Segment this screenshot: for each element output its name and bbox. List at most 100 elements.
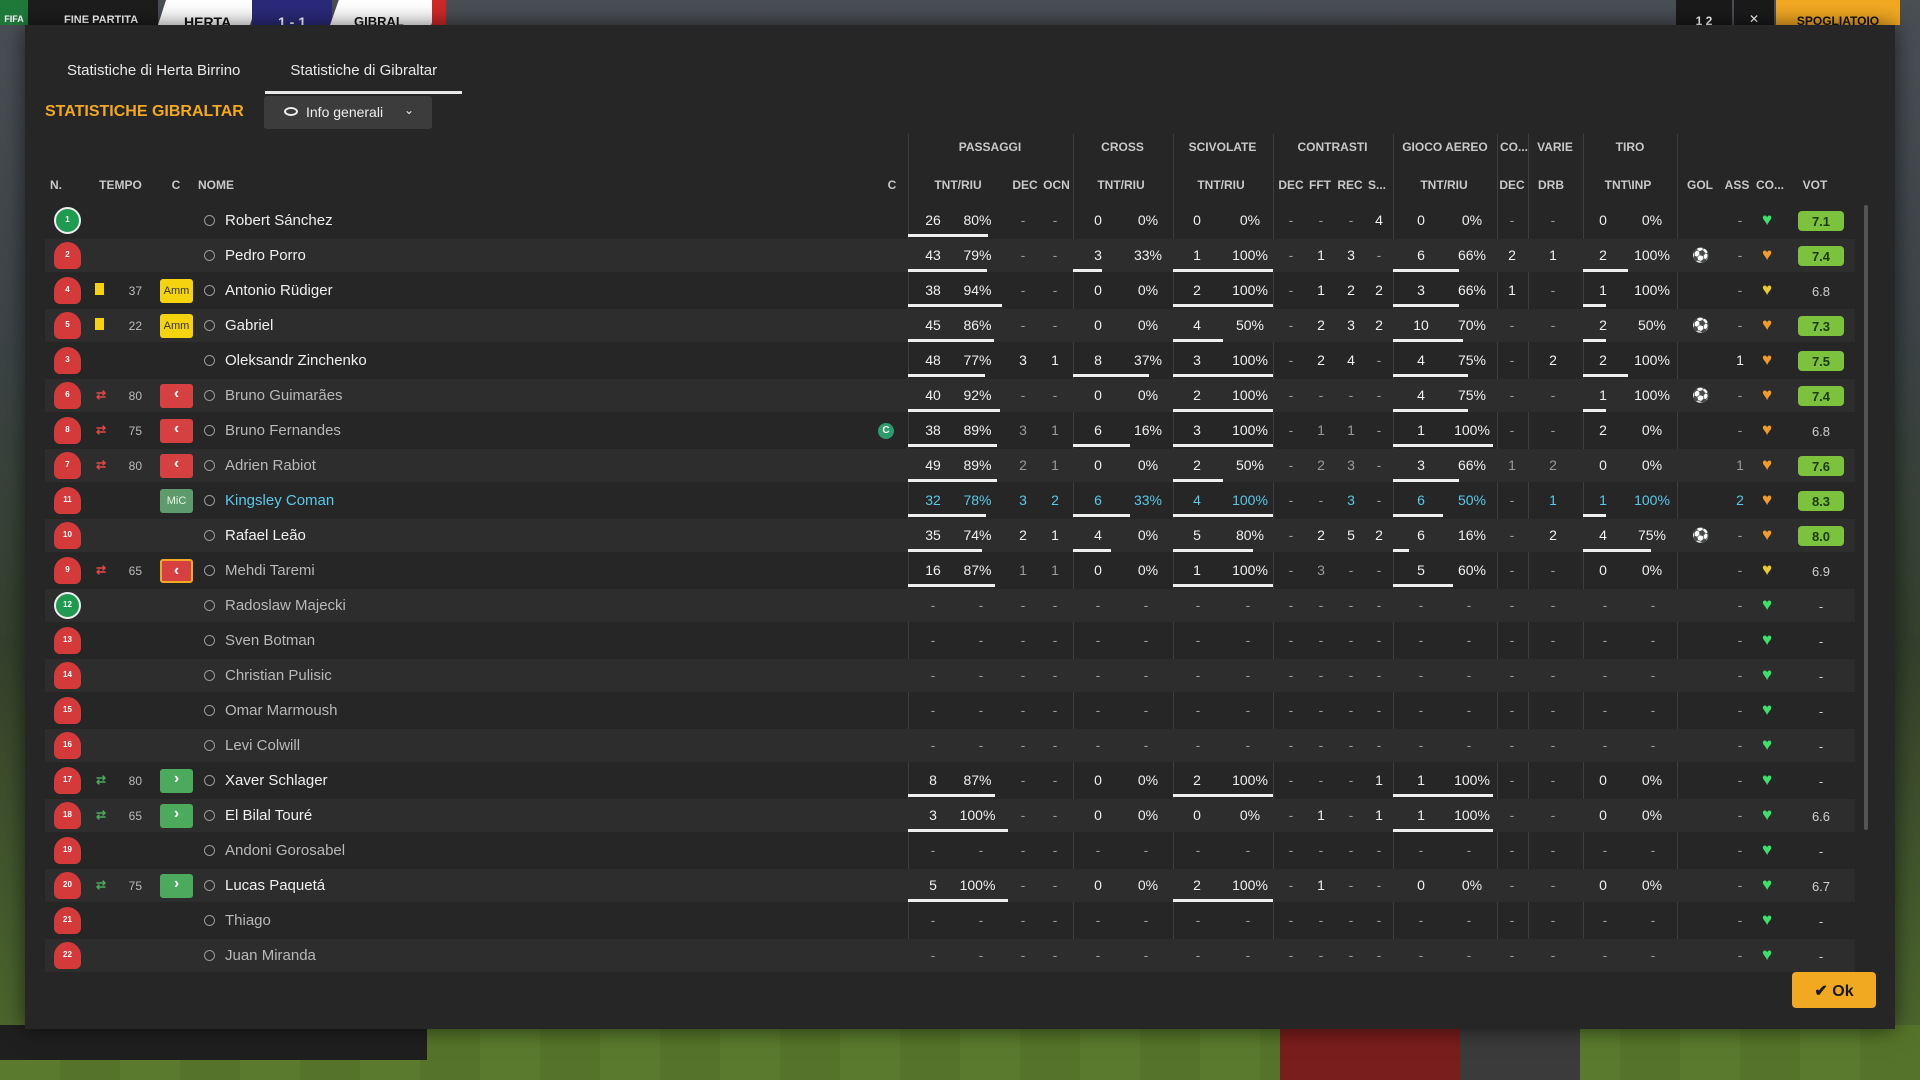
- stat-cell: 100%: [1232, 422, 1268, 438]
- progress-bar: [908, 899, 1008, 902]
- stat-cell: -: [1318, 212, 1324, 228]
- tab-herta-stats[interactable]: Statistiche di Herta Birrino: [42, 52, 265, 94]
- close-icon[interactable]: ✕: [1734, 0, 1774, 26]
- player-name[interactable]: Adrien Rabiot: [225, 457, 316, 474]
- eye-icon: [284, 107, 298, 116]
- player-name[interactable]: Kingsley Coman: [225, 492, 334, 509]
- table-row[interactable]: [45, 519, 1855, 552]
- stat-cell: -: [1376, 737, 1382, 753]
- view-dropdown[interactable]: Info generali ⌄: [264, 96, 432, 129]
- stat-cell: -: [1466, 912, 1472, 928]
- player-name[interactable]: Omar Marmoush: [225, 702, 338, 719]
- orange-heart-icon: ♥: [1762, 385, 1773, 404]
- player-name[interactable]: Bruno Fernandes: [225, 422, 341, 439]
- stat-cell: -: [1020, 877, 1026, 893]
- stat-cell: 35: [925, 527, 941, 543]
- stat-cell: 0: [1094, 807, 1102, 823]
- table-row[interactable]: [45, 729, 1855, 762]
- table-row[interactable]: [45, 799, 1855, 832]
- minute-value: 75: [128, 424, 142, 438]
- player-name[interactable]: Robert Sánchez: [225, 212, 333, 229]
- left-shadow-panel: [0, 1025, 427, 1060]
- player-name[interactable]: Thiago: [225, 912, 271, 929]
- goal-ball-icon: ⚽: [1692, 247, 1710, 263]
- stat-cell: 0%: [1641, 772, 1663, 788]
- progress-bar: [1173, 584, 1273, 587]
- scrollbar[interactable]: [1864, 205, 1868, 830]
- stat-cell: 5: [929, 877, 937, 893]
- fifa-logo: FIFA: [0, 0, 28, 25]
- table-row[interactable]: [45, 624, 1855, 657]
- progress-bar: [1393, 794, 1493, 797]
- player-name[interactable]: Levi Colwill: [225, 737, 300, 754]
- progress-bar: [1073, 549, 1111, 552]
- player-name[interactable]: Xaver Schlager: [225, 772, 328, 789]
- stat-cell: 100%: [1634, 247, 1670, 263]
- stat-cell: 0%: [1137, 387, 1159, 403]
- stat-cell: 2: [1193, 877, 1201, 893]
- player-name[interactable]: Bruno Guimarães: [225, 387, 343, 404]
- stat-cell: 77%: [963, 352, 992, 368]
- tab-gibraltar-stats[interactable]: Statistiche di Gibraltar: [265, 52, 463, 94]
- stat-cell: -: [930, 947, 936, 963]
- rating-value: 7.4: [1798, 246, 1844, 266]
- player-name[interactable]: Oleksandr Zinchenko: [225, 352, 367, 369]
- player-name[interactable]: Mehdi Taremi: [225, 562, 315, 579]
- player-name[interactable]: Gabriel: [225, 317, 273, 334]
- ok-button[interactable]: ✔ Ok: [1792, 972, 1876, 1008]
- stat-cell: -: [1550, 702, 1556, 718]
- stat-cell: 2: [1317, 527, 1325, 543]
- stat-cell: -: [1509, 807, 1515, 823]
- jersey-number: 15: [63, 705, 72, 714]
- stat-cell: 75%: [1457, 387, 1487, 403]
- player-name[interactable]: Sven Botman: [225, 632, 315, 649]
- progress-bar: [1393, 269, 1459, 272]
- stat-cell: 6: [1417, 247, 1425, 263]
- player-name[interactable]: Juan Miranda: [225, 947, 316, 964]
- jersey-number: 8: [65, 425, 70, 434]
- player-name[interactable]: El Bilal Touré: [225, 807, 312, 824]
- locker-room-button[interactable]: SPOGLIATOIO: [1776, 0, 1900, 28]
- player-name[interactable]: Rafael Leão: [225, 527, 306, 544]
- jersey-icon: 2: [54, 242, 81, 269]
- stat-cell: -: [930, 737, 936, 753]
- player-name[interactable]: Andoni Gorosabel: [225, 842, 345, 859]
- table-row[interactable]: [45, 239, 1855, 272]
- stat-cell: -: [1650, 667, 1656, 683]
- column-header: N.: [50, 178, 62, 192]
- jersey-icon: 15: [54, 697, 81, 724]
- stat-cell: 0%: [1137, 877, 1159, 893]
- person-icon: [204, 460, 215, 471]
- stat-cell: -: [1143, 667, 1149, 683]
- player-name[interactable]: Lucas Paquetá: [225, 877, 325, 894]
- player-name[interactable]: Christian Pulisic: [225, 667, 332, 684]
- stat-cell: 1: [1051, 527, 1059, 543]
- table-row[interactable]: [45, 904, 1855, 937]
- player-name[interactable]: Antonio Rüdiger: [225, 282, 333, 299]
- stat-cell: 40: [925, 387, 941, 403]
- jersey-icon: 6: [54, 382, 81, 409]
- player-name[interactable]: Pedro Porro: [225, 247, 306, 264]
- stat-cell: 50%: [1235, 317, 1265, 333]
- person-icon: [204, 880, 215, 891]
- table-row[interactable]: [45, 449, 1855, 482]
- stat-cell: 60%: [1457, 562, 1487, 578]
- stat-cell: -: [1318, 947, 1324, 963]
- table-row[interactable]: [45, 309, 1855, 342]
- stat-cell: -: [1195, 912, 1201, 928]
- person-icon: [204, 775, 215, 786]
- chevron-down-icon: ⌄: [404, 103, 415, 117]
- jersey-icon: 16: [54, 732, 81, 759]
- stat-cell: -: [1737, 317, 1743, 333]
- column-header: TNT/RIU: [1420, 178, 1468, 192]
- table-row[interactable]: [45, 939, 1855, 972]
- column-header: DRB: [1538, 178, 1564, 192]
- stat-cell: -: [1737, 947, 1743, 963]
- sub-out-tag: ‹: [160, 559, 193, 583]
- stat-cell: 0%: [1137, 457, 1159, 473]
- stat-cell: -: [978, 912, 984, 928]
- table-row[interactable]: [45, 554, 1855, 587]
- player-name[interactable]: Radoslaw Majecki: [225, 597, 346, 614]
- stat-cell: -: [1509, 667, 1515, 683]
- stat-cell: -: [1052, 247, 1058, 263]
